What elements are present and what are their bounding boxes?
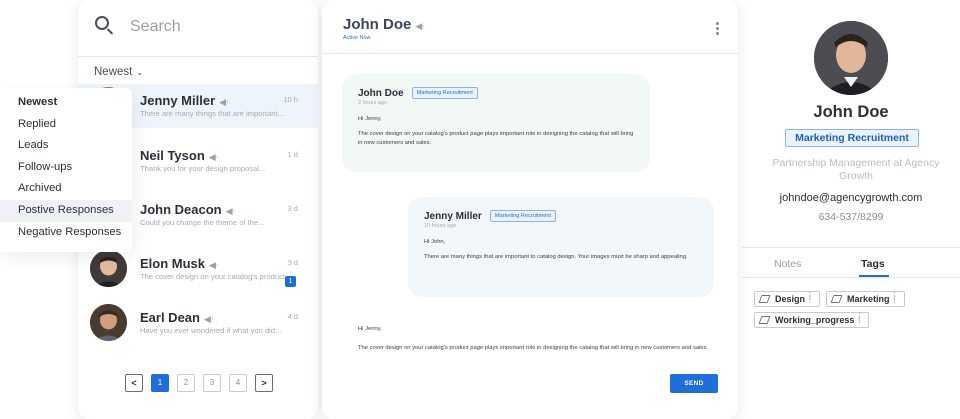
unread-badge: 1 (285, 276, 296, 287)
conversation-time: 10 h (283, 95, 298, 104)
conversation-name: John Deacon ◀⋅ (140, 202, 236, 217)
sound-icon: ◀⋅ (415, 21, 426, 31)
conversation-preview: Could you change the theme of the... (140, 218, 265, 227)
pagination: < 1 2 3 4 > (125, 374, 273, 392)
page-2-button[interactable]: 2 (177, 374, 195, 392)
tag-label: Marketing (847, 294, 890, 304)
contact-profile-panel: John Doe Marketing Recruitment Partnersh… (742, 0, 960, 419)
tab-tags[interactable]: Tags (861, 258, 885, 270)
filter-replied[interactable]: Replied (0, 114, 132, 136)
message-body: There are many things that are important… (424, 254, 688, 260)
message-bubble: Jenny Miller Marketing Recruitment 10 ho… (408, 197, 714, 297)
filter-newest[interactable]: Newest (0, 92, 132, 114)
send-button[interactable]: SEND (670, 374, 718, 393)
profile-tag: Marketing Recruitment (785, 129, 919, 147)
message-sender: John Doe (358, 87, 404, 99)
divider (742, 277, 960, 278)
more-vertical-icon[interactable] (716, 22, 720, 37)
message-greeting: Hi John, (424, 239, 446, 245)
tag-icon (758, 295, 771, 303)
conversation-name: Jenny Miller ◀⋅ (140, 93, 229, 108)
sound-icon: ◀⋅ (203, 314, 214, 324)
profile-phone: 634-537/8299 (818, 211, 884, 223)
conversation-preview: There are many things that are important… (140, 109, 284, 118)
filter-menu: Newest Replied Leads Follow-ups Archived… (0, 88, 132, 252)
conversation-time: 1 d (287, 150, 298, 159)
avatar (90, 250, 127, 287)
sound-icon: ◀⋅ (209, 260, 219, 270)
tag-chip-design[interactable]: Design ⋮ ⋮ (754, 291, 821, 307)
compose-body: The cover design on your catalog's produ… (358, 345, 709, 351)
chat-status: Active Now (343, 35, 371, 41)
message-time: 10 hours ago (424, 223, 457, 229)
message-time: 2 hours ago (358, 100, 388, 106)
sound-icon: ◀⋅ (225, 206, 236, 216)
tag-chip-marketing[interactable]: Marketing ⋮ ⋮ (826, 291, 905, 307)
conversation-item-earl-dean[interactable]: Earl Dean ◀⋅ Have you ever wondered if wh… (78, 301, 318, 345)
filter-leads[interactable]: Leads (0, 135, 132, 157)
conversation-time: 3 d (287, 204, 298, 213)
message-tag: Marketing Recruitment (489, 210, 557, 222)
conversation-item-elon-musk[interactable]: Elon Musk ◀⋅ The cover design on your cat… (78, 247, 318, 291)
filter-follow-ups[interactable]: Follow-ups (0, 157, 132, 179)
message-greeting: Hi Jenny, (358, 116, 382, 122)
page-4-button[interactable]: 4 (229, 374, 247, 392)
chevron-down-icon: ⌄ (136, 68, 144, 77)
search-icon[interactable] (95, 16, 109, 30)
conversation-name: Earl Dean ◀⋅ (140, 310, 214, 325)
tag-icon (830, 295, 843, 303)
search-bar (78, 0, 318, 57)
tag-label: Working_progress (775, 315, 855, 325)
conversation-preview: Have you ever wondered if what you did..… (140, 326, 282, 335)
chat-header: John Doe ◀⋅ Active Now (322, 0, 738, 54)
drag-handle-icon[interactable]: ⋮ ⋮ (891, 292, 899, 304)
drag-handle-icon[interactable]: ⋮ ⋮ (806, 292, 814, 304)
message-compose-field[interactable]: Hi Jenny, The cover design on your catal… (358, 325, 720, 363)
conversation-name: Neil Tyson ◀⋅ (140, 148, 219, 163)
sort-dropdown[interactable]: Newest ⌄ (94, 66, 143, 78)
divider (742, 247, 960, 248)
search-input[interactable] (130, 18, 300, 36)
tag-icon (758, 316, 771, 324)
tag-chip-working-progress[interactable]: Working_progress ⋮ ⋮ (754, 312, 870, 328)
page-3-button[interactable]: 3 (203, 374, 221, 392)
sound-icon: ◀⋅ (208, 152, 219, 162)
drag-handle-icon[interactable]: ⋮ ⋮ (855, 313, 863, 325)
conversation-time: 4 d (287, 312, 298, 321)
profile-email[interactable]: johndoe@agencygrowth.com (742, 192, 960, 204)
sort-label: Newest (94, 66, 133, 78)
sound-icon: ◀⋅ (219, 97, 229, 107)
conversation-name: Elon Musk ◀⋅ (140, 256, 219, 271)
conversation-preview: Thank you for your design proposal... (140, 164, 266, 173)
page-1-button[interactable]: 1 (151, 374, 169, 392)
avatar (814, 21, 888, 95)
tag-label: Design (775, 294, 806, 304)
message-bubble: John Doe Marketing Recruitment 2 hours a… (342, 74, 650, 172)
chat-panel: John Doe ◀⋅ Active Now John Doe Marketing… (322, 0, 738, 419)
compose-greeting: Hi Jenny, (358, 326, 382, 332)
message-tag: Marketing Recruitment (411, 87, 478, 99)
chat-title: John Doe ◀⋅ (343, 16, 426, 33)
filter-negative-responses[interactable]: Negative Responses (0, 222, 132, 244)
profile-role: Partnership Management at Agency Growth (772, 157, 940, 182)
message-sender: Jenny Miller (424, 210, 482, 222)
conversation-preview: The cover design on your catalog's produ… (140, 272, 292, 281)
conversation-time: 3 d (287, 258, 298, 267)
prev-page-button[interactable]: < (125, 374, 143, 392)
profile-name: John Doe (813, 103, 889, 121)
message-body: The cover design on your catalog's produ… (358, 131, 634, 146)
avatar (90, 304, 127, 341)
filter-archived[interactable]: Archived (0, 178, 132, 200)
next-page-button[interactable]: > (255, 374, 273, 392)
filter-positive-responses[interactable]: Postive Responses (0, 199, 132, 222)
tab-notes[interactable]: Notes (774, 258, 801, 270)
